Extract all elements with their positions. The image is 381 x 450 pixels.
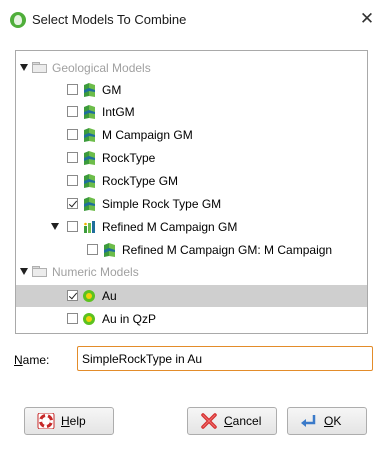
tree-item-label: Geological Models [52,61,151,75]
numeric-model-icon [83,313,95,325]
expand-arrow-icon[interactable] [20,268,28,275]
geological-model-icon [84,83,95,97]
window-title: Select Models To Combine [32,12,187,27]
title-bar: Select Models To Combine ✕ [0,0,381,40]
close-icon[interactable]: ✕ [356,8,378,30]
tree-item-label: Au [102,289,117,303]
geological-model-icon [84,151,95,165]
tree-item-simple-rock-type-gm[interactable]: Simple Rock Type GM [16,193,367,215]
expand-arrow-icon[interactable] [20,64,28,71]
name-label-rest: ame: [22,353,50,367]
tree-item-rocktype[interactable]: RockType [16,147,367,169]
tree-item-refined-m-campaign-gm[interactable]: Refined M Campaign GM [16,216,367,238]
name-label-mnemonic: N [14,353,23,367]
checkbox[interactable] [67,152,78,163]
app-icon [10,12,26,28]
refined-model-icon [84,221,95,233]
numeric-model-icon [83,290,95,302]
ok-button-label: OK [324,414,342,428]
tree-item-label: Numeric Models [52,265,139,279]
model-tree[interactable]: Geological Models GM IntGM M Campaign GM [15,50,368,334]
geological-model-icon [104,243,115,257]
tree-item-label: Refined M Campaign GM: M Campaign [122,243,333,257]
tree-item-label: Au in QzP [102,312,157,326]
tree-item-refined-m-campaign-gm-m-campaign[interactable]: Refined M Campaign GM: M Campaign [16,239,367,261]
geological-model-icon [84,174,95,188]
tree-item-label: RockType [102,151,156,165]
help-button-label: Help [61,414,86,428]
geological-model-icon [84,128,95,142]
cancel-x-icon [201,413,217,429]
checkbox-checked[interactable] [67,198,78,209]
checkbox[interactable] [67,129,78,140]
geological-model-icon [84,105,95,119]
tree-item-label: M Campaign GM [102,128,193,142]
tree-item-label: IntGM [102,105,135,119]
folder-icon [32,62,47,73]
tree-item-label: Simple Rock Type GM [102,197,222,211]
help-lifebuoy-icon [37,413,55,429]
name-label: Name: [14,353,49,367]
expand-arrow-icon[interactable] [51,223,59,230]
checkbox[interactable] [67,106,78,117]
ok-button[interactable]: OK [287,407,367,435]
checkbox-checked[interactable] [67,290,78,301]
checkbox[interactable] [87,244,98,255]
tree-item-au-in-qzp[interactable]: Au in QzP [16,308,367,330]
tree-item-m-campaign-gm[interactable]: M Campaign GM [16,124,367,146]
checkbox[interactable] [67,84,78,95]
cancel-button[interactable]: Cancel [187,407,277,435]
tree-item-intgm[interactable]: IntGM [16,101,367,123]
tree-item-au[interactable]: Au [16,285,367,307]
checkbox[interactable] [67,175,78,186]
tree-item-rocktype-gm[interactable]: RockType GM [16,170,367,192]
geological-model-icon [84,197,95,211]
checkbox[interactable] [67,313,78,324]
tree-item-gm[interactable]: GM [16,79,367,101]
folder-icon [32,266,47,277]
tree-item-label: GM [102,83,122,97]
name-input[interactable] [77,346,373,371]
tree-group-numeric-models[interactable]: Numeric Models [16,261,367,283]
ok-return-arrow-icon [301,415,316,427]
cancel-button-label: Cancel [224,414,262,428]
tree-group-geological-models[interactable]: Geological Models [16,57,367,79]
checkbox[interactable] [67,221,78,232]
help-button[interactable]: Help [24,407,114,435]
tree-item-label: RockType GM [102,174,179,188]
tree-item-label: Refined M Campaign GM [102,220,238,234]
